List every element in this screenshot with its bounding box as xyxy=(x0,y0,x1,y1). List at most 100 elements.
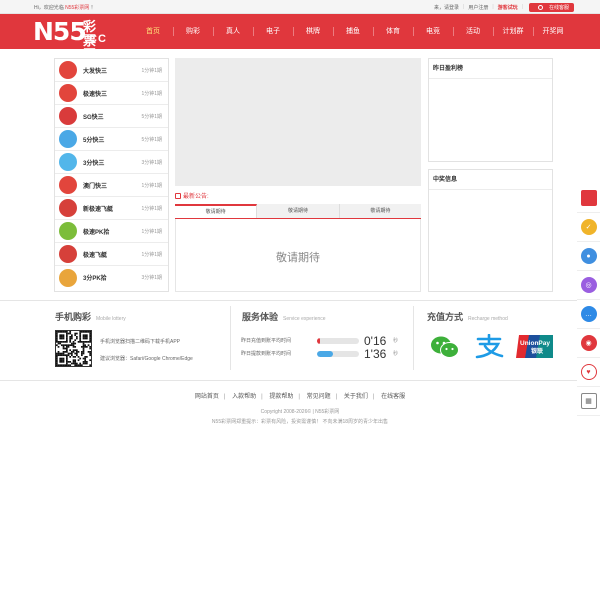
side-sports-button[interactable]: ◉ xyxy=(577,329,600,358)
lottery-name: 大发快三 xyxy=(83,68,108,75)
nav-item-sports[interactable]: 体育 xyxy=(373,14,413,49)
footer-link-faq[interactable]: 常见问题 xyxy=(307,394,331,400)
logo-domain: .CC xyxy=(85,33,107,45)
register-link[interactable]: 用户注册 xyxy=(468,4,488,11)
side-redpacket-button[interactable] xyxy=(577,184,600,213)
demo-play-link[interactable]: 游客试玩 xyxy=(498,4,518,11)
lottery-period: 1分钟1期 xyxy=(141,182,162,189)
footer-link-about[interactable]: 关于我们 xyxy=(344,394,368,400)
lottery-item[interactable]: 新极速飞艇 1分钟1期 xyxy=(55,197,168,220)
lottery-item[interactable]: 极速PK拾 1分钟1期 xyxy=(55,220,168,243)
nav-item-results[interactable]: 开奖网 xyxy=(533,14,573,49)
side-group-button[interactable]: ● xyxy=(577,242,600,271)
footer-link-home[interactable]: 网站首页 xyxy=(195,394,219,400)
header: N55 彩票网 .CC 首页 购彩 真人 电子 棋牌 捕鱼 体育 电竞 活动 计… xyxy=(0,14,600,62)
race-icon xyxy=(59,222,77,240)
notice-bar[interactable]: 最新公告: xyxy=(175,189,421,202)
footer-link-withdraw-help[interactable]: 提款帮助 xyxy=(269,394,293,400)
tab-3[interactable]: 敬请期待 xyxy=(340,204,421,218)
nav-item-plan-group[interactable]: 计划群 xyxy=(493,14,533,49)
nav-item-fishing[interactable]: 捕鱼 xyxy=(333,14,373,49)
divider: | xyxy=(492,4,494,10)
lottery-list: 大发快三 1分钟1期 极速快三 1分钟1期 SG快三 5分钟1期 5分快三 5分钟1期 3分快三… xyxy=(54,58,169,292)
online-service-button[interactable]: 在线客服 xyxy=(528,2,574,12)
svg-text:银联: 银联 xyxy=(531,347,543,355)
app-download-icon: ▦ xyxy=(580,393,597,409)
svg-text:UnionPay: UnionPay xyxy=(520,340,550,347)
site-name-link[interactable]: N55彩票网 xyxy=(65,5,89,11)
unionpay-icon: UnionPay 银联 xyxy=(516,334,553,359)
lottery-item[interactable]: SG快三 5分钟1期 xyxy=(55,105,168,128)
coming-soon-text: 敬请期待 xyxy=(276,252,320,264)
nav-item-promotions[interactable]: 活动 xyxy=(453,14,493,49)
lottery-item[interactable]: 极速飞艇 1分钟1期 xyxy=(55,243,168,266)
side-gift-button[interactable]: ♥ xyxy=(577,358,600,387)
lottery-name: 新极速飞艇 xyxy=(83,206,114,213)
lottery-period: 1分钟1期 xyxy=(141,228,162,235)
side-support-button[interactable]: ◎ xyxy=(577,271,600,300)
clock-icon xyxy=(59,153,77,171)
nav-item-live[interactable]: 真人 xyxy=(213,14,253,49)
dice-icon xyxy=(59,84,77,102)
side-chat-button[interactable]: … xyxy=(577,300,600,329)
nav-item-lottery[interactable]: 购彩 xyxy=(173,14,213,49)
nav-item-esports[interactable]: 电竞 xyxy=(413,14,453,49)
notice-label: 最新公告: xyxy=(183,194,209,200)
online-service-label: 在线客服 xyxy=(548,4,569,11)
yesterday-profit-panel: 昨日盈利榜 xyxy=(428,58,553,162)
speaker-icon xyxy=(175,192,181,199)
side-toolbar: ✓ ● ◎ … ◉ ♥ ▦ xyxy=(577,184,600,416)
nav-item-slots[interactable]: 电子 xyxy=(253,14,293,49)
lottery-item[interactable]: 澳门快三 1分钟1期 xyxy=(55,174,168,197)
lottery-name: 5分快三 xyxy=(83,137,105,144)
divider: | xyxy=(372,394,375,400)
side-checkin-button[interactable]: ✓ xyxy=(577,213,600,242)
lottery-item[interactable]: 极速快三 1分钟1期 xyxy=(55,82,168,105)
result-tabs: 敬请期待 敬请期待 敬请期待 xyxy=(175,204,421,219)
dice-icon xyxy=(59,176,77,194)
main-nav: 首页 购彩 真人 电子 棋牌 捕鱼 体育 电竞 活动 计划群 开奖网 xyxy=(133,14,573,49)
login-link[interactable]: 来，请登录 xyxy=(434,4,459,11)
mobile-title: 手机购彩 xyxy=(55,312,92,322)
winning-info-title: 中奖信息 xyxy=(429,170,552,190)
gift-icon: ♥ xyxy=(580,364,597,380)
winning-info-panel: 中奖信息 xyxy=(428,169,553,292)
divider: | xyxy=(463,4,465,10)
mobile-download-text: 手机浏览器扫描二维码下载手机APP xyxy=(100,339,181,345)
top-bar-actions: 来，请登录 | 用户注册 | 游客试玩 | 在线客服 xyxy=(430,2,574,12)
lottery-item[interactable]: 3分PK拾 3分钟1期 xyxy=(55,266,168,289)
checkin-icon: ✓ xyxy=(580,219,597,235)
lottery-item[interactable]: 5分快三 5分钟1期 xyxy=(55,128,168,151)
footer-link-service[interactable]: 在线客服 xyxy=(381,394,405,400)
lottery-name: SG快三 xyxy=(83,114,104,121)
greeting-text: Hi，欢迎光临 xyxy=(34,5,64,11)
withdraw-time-value: 1'36 xyxy=(364,346,387,361)
headset-icon: ◎ xyxy=(580,277,597,293)
tab-2[interactable]: 敬请期待 xyxy=(257,204,340,218)
nav-item-cards[interactable]: 棋牌 xyxy=(293,14,333,49)
divider xyxy=(0,380,600,381)
deposit-time-row: 昨日充值到账平均时间 0'16 秒 xyxy=(241,333,398,348)
group-icon: ● xyxy=(580,248,597,264)
lottery-period: 1分钟1期 xyxy=(141,90,162,97)
footer-link-deposit-help[interactable]: 入款帮助 xyxy=(232,394,256,400)
banner-carousel[interactable] xyxy=(175,58,421,186)
withdraw-time-label: 昨日提款到账平均时间 xyxy=(241,351,292,357)
qr-code-icon xyxy=(56,331,92,367)
yesterday-profit-title: 昨日盈利榜 xyxy=(429,59,552,79)
race-icon xyxy=(59,268,77,287)
lottery-item[interactable]: 大发快三 1分钟1期 xyxy=(55,59,168,82)
side-app-button[interactable]: ▦ xyxy=(577,387,600,416)
lottery-item[interactable]: 3分快三 3分钟1期 xyxy=(55,151,168,174)
nav-item-home[interactable]: 首页 xyxy=(133,14,173,49)
dice-icon xyxy=(59,61,77,79)
divider xyxy=(230,306,231,370)
tab-content: 敬请期待 xyxy=(175,219,421,292)
site-logo[interactable]: N55 彩票网 .CC xyxy=(33,18,106,62)
footer-links: 网站首页 | 入款帮助 | 提款帮助 | 常见问题 | 关于我们 | 在线客服 xyxy=(0,391,600,400)
deposit-time-value: 0'16 xyxy=(364,333,387,348)
headset-icon xyxy=(537,4,543,10)
service-section-title: 服务体验 Service experience xyxy=(242,310,326,323)
deposit-time-fill xyxy=(317,337,321,344)
tab-1[interactable]: 敬请期待 xyxy=(175,204,258,218)
